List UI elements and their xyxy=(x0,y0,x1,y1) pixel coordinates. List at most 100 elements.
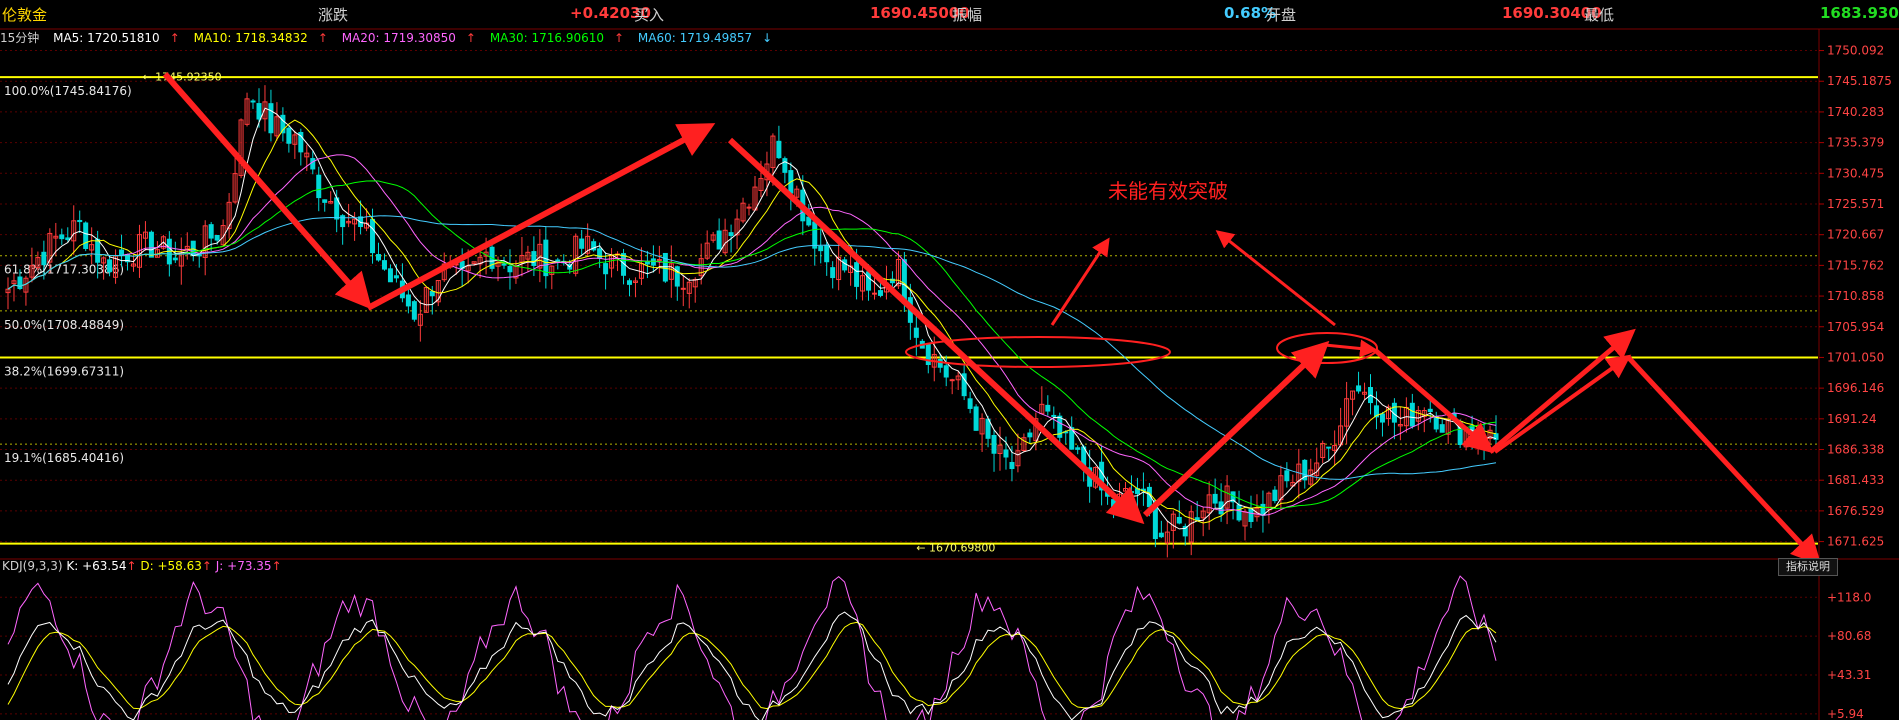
fib-label: 50.0%(1708.48849) xyxy=(4,318,124,332)
trend-arrow xyxy=(366,123,716,311)
price-tick-label: 1730.475 xyxy=(1827,166,1884,180)
candle-body xyxy=(650,258,656,266)
candle-body xyxy=(1194,517,1200,521)
candle-body xyxy=(322,199,328,203)
candlesticks xyxy=(5,85,1499,558)
trend-arrow xyxy=(1050,237,1110,326)
candle-body xyxy=(1439,424,1445,433)
candle-body xyxy=(1272,489,1278,502)
price-tick-label: 1686.338 xyxy=(1827,443,1884,457)
candle-body xyxy=(1176,516,1182,524)
candle-body xyxy=(854,262,860,287)
candle-body xyxy=(943,365,949,378)
candle-body xyxy=(507,266,513,273)
price-tick-label: 1715.762 xyxy=(1827,258,1884,272)
fib-label: 61.8%(1717.30386) xyxy=(4,263,124,277)
fib-label: 100.0%(1745.84176) xyxy=(4,84,132,98)
candle-body xyxy=(1212,493,1218,504)
candle-body xyxy=(83,222,89,249)
kdj-legend: KDJ(9,3,3) K: +63.54↑ D: +58.63↑ J: +73.… xyxy=(2,559,282,573)
candle-body xyxy=(872,292,878,295)
moving-averages: ← 1745.92350 ← 1670.69800 xyxy=(7,71,1497,554)
candle-body xyxy=(830,267,836,279)
candle-body xyxy=(1051,414,1057,417)
ma30-line xyxy=(7,180,1497,510)
candle-body xyxy=(405,294,411,307)
kdj-tick-label: +43.31 xyxy=(1827,668,1871,682)
candle-body xyxy=(555,259,561,262)
candle-body xyxy=(656,258,662,261)
price-tick-label: 1725.571 xyxy=(1827,197,1884,211)
kdj-panel: KDJ(9,3,3) K: +63.54↑ D: +58.63↑ J: +73.… xyxy=(0,559,1871,720)
candle-body xyxy=(579,238,585,249)
candle-body xyxy=(316,174,322,199)
candle-body xyxy=(716,230,722,250)
candle-body xyxy=(387,268,393,283)
candle-body xyxy=(286,127,292,144)
candle-body xyxy=(626,280,632,285)
candle-body xyxy=(913,327,919,338)
trend-arrow xyxy=(1626,355,1822,566)
candle-body xyxy=(376,254,382,261)
candle-body xyxy=(190,240,196,256)
price-tick-label: 1676.529 xyxy=(1827,504,1884,518)
candle-body xyxy=(1111,499,1117,511)
candle-body xyxy=(1236,504,1242,521)
candle-body xyxy=(949,379,955,382)
candle-body xyxy=(842,259,848,271)
candle-body xyxy=(728,232,734,237)
candle-body xyxy=(65,237,71,240)
candle-body xyxy=(17,276,23,289)
candle-body xyxy=(967,398,973,409)
price-tick-label: 1705.954 xyxy=(1827,320,1884,334)
kdj-tick-label: +80.68 xyxy=(1827,629,1871,643)
candle-body xyxy=(818,245,824,252)
kdj-tick-label: +5.94 xyxy=(1827,707,1864,720)
candle-body xyxy=(1248,508,1254,522)
kdj-tick-label: +118.0 xyxy=(1827,590,1871,604)
candle-body xyxy=(429,290,435,297)
candle-body xyxy=(1027,432,1033,438)
candle-body xyxy=(172,257,178,261)
candle-body xyxy=(148,231,154,258)
extreme-label: ← 1745.92350 xyxy=(142,71,221,84)
candle-body xyxy=(1128,491,1134,494)
trend-arrow xyxy=(1142,340,1330,518)
candle-body xyxy=(256,103,262,120)
price-tick-label: 1691.24 xyxy=(1827,412,1877,426)
candle-body xyxy=(107,259,113,273)
candle-body xyxy=(1409,402,1415,427)
candle-body xyxy=(1326,446,1332,449)
price-axis: 1750.092 1745.1875 1740.283 1735.379 1730.47… xyxy=(1819,44,1892,549)
candle-body xyxy=(973,406,979,431)
price-tick-label: 1701.050 xyxy=(1827,350,1884,364)
candle-body xyxy=(746,206,752,209)
candle-body xyxy=(824,244,830,263)
candle-body xyxy=(77,219,83,223)
candle-body xyxy=(1075,447,1081,450)
candle-body xyxy=(782,158,788,173)
candle-body xyxy=(1427,408,1433,413)
ma5-line xyxy=(7,107,1497,530)
candle-body xyxy=(1433,416,1439,430)
candle-body xyxy=(268,103,274,134)
candle-body xyxy=(1045,404,1051,412)
price-chart[interactable]: 100.0%(1745.84176) 61.8%(1717.30386) 50.0%… xyxy=(0,0,1899,720)
indicator-explain-button[interactable]: 指标说明 xyxy=(1778,558,1838,576)
candle-body xyxy=(59,234,65,240)
trend-arrow xyxy=(1324,339,1378,358)
candle-body xyxy=(95,238,101,263)
candle-body xyxy=(776,140,782,159)
candle-body xyxy=(644,261,650,265)
price-tick-label: 1745.1875 xyxy=(1827,74,1892,88)
kdj-d-line xyxy=(7,621,1497,710)
trend-arrow xyxy=(1373,348,1494,454)
price-tick-label: 1696.146 xyxy=(1827,381,1884,395)
extreme-label: ← 1670.69800 xyxy=(916,541,995,554)
price-tick-label: 1710.858 xyxy=(1827,289,1884,303)
candle-body xyxy=(1284,470,1290,482)
candle-body xyxy=(991,434,997,454)
candle-body xyxy=(208,224,214,239)
price-tick-label: 1740.283 xyxy=(1827,105,1884,119)
candle-body xyxy=(603,263,609,275)
